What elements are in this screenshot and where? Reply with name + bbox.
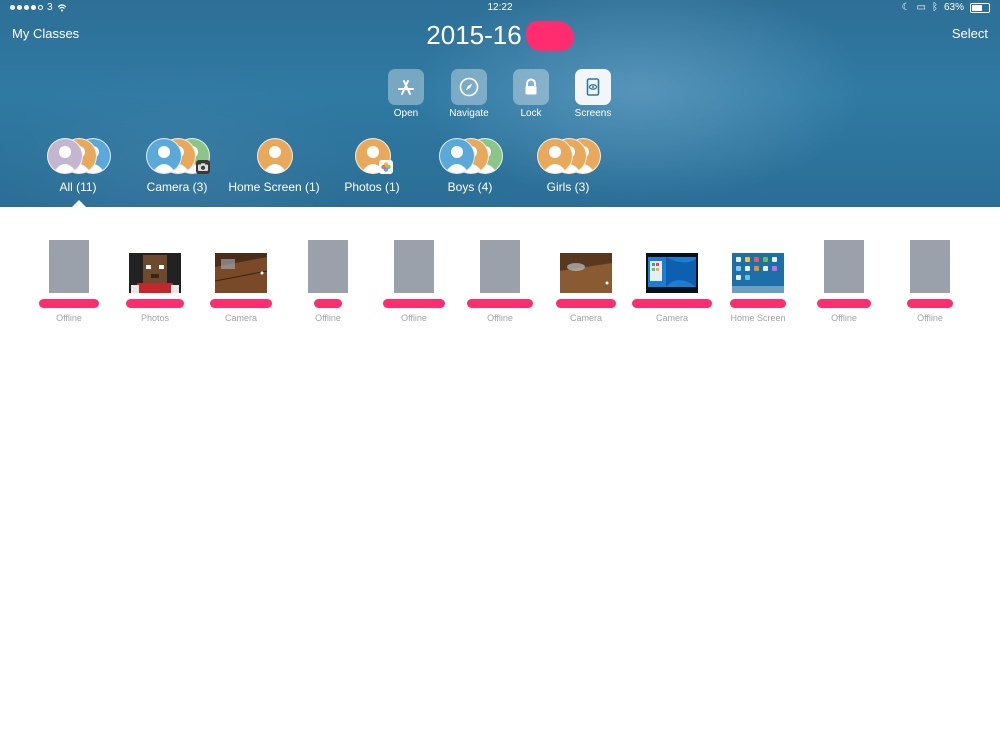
avatar (257, 138, 293, 174)
clock: 12:22 (487, 2, 513, 13)
open-label: Open (393, 108, 419, 119)
student-tile[interactable]: Home Screen (715, 240, 801, 323)
student-status: Offline (831, 313, 857, 323)
avatar (537, 138, 573, 174)
battery-icon (970, 2, 990, 13)
lock-icon (513, 69, 549, 105)
student-status: Photos (140, 313, 170, 323)
offline-screen-thumbnail (308, 240, 348, 293)
selected-group-pointer (71, 200, 87, 208)
group-camera[interactable]: Camera (3) (136, 138, 218, 194)
student-tile[interactable]: Offline (371, 240, 457, 323)
airplay-icon: ▭ (916, 2, 926, 13)
group-label: Photos (1) (344, 180, 400, 194)
offline-screen-thumbnail (394, 240, 434, 293)
status-right: ☾ ▭ ᛒ 63% (902, 2, 990, 13)
group-label: Girls (3) (546, 180, 590, 194)
select-button[interactable]: Select (952, 26, 988, 41)
title-redaction (525, 20, 574, 51)
moon-icon: ☾ (901, 2, 911, 13)
group-all[interactable]: All (11) (38, 138, 118, 194)
camera-screen-thumbnail (215, 253, 267, 293)
offline-screen-thumbnail (910, 240, 950, 293)
student-name-redaction (632, 299, 712, 308)
lock-label: Lock (520, 108, 542, 119)
student-status: Offline (401, 313, 427, 323)
offline-screen-thumbnail (49, 240, 89, 293)
student-status: Offline (56, 313, 82, 323)
student-name-redaction (39, 299, 99, 308)
group-boys[interactable]: Boys (4) (430, 138, 510, 194)
screens-icon (575, 69, 611, 105)
student-name-redaction (210, 299, 272, 308)
student-tile[interactable]: Offline (457, 240, 543, 323)
group-label: All (11) (59, 180, 97, 194)
student-tile[interactable]: Offline (887, 240, 973, 323)
avatar-stack (146, 138, 210, 174)
camera-icon (196, 160, 210, 174)
avatar (47, 138, 83, 174)
student-tile[interactable]: Offline (285, 240, 371, 323)
toolbar: Open Navigate Lock Screens (0, 69, 1000, 119)
open-button[interactable]: Open (371, 69, 441, 119)
group-label: Home Screen (1) (228, 180, 320, 194)
student-tile[interactable]: Offline (26, 240, 112, 323)
camera-screen-thumbnail (646, 253, 698, 293)
avatar (439, 138, 475, 174)
student-status: Camera (655, 313, 688, 323)
offline-screen-thumbnail (480, 240, 520, 293)
group-label: Boys (4) (447, 180, 493, 194)
student-name-redaction (730, 299, 786, 308)
camera-screen-thumbnail (560, 253, 612, 293)
battery-percent: 63% (943, 2, 964, 13)
page-title: 2015-16 (0, 20, 1000, 51)
screens-label: Screens (574, 108, 612, 119)
student-tile[interactable]: Camera (629, 240, 715, 323)
student-status: Camera (569, 313, 602, 323)
app-store-icon (388, 69, 424, 105)
class-title: 2015-16 (426, 20, 522, 50)
student-status: Camera (224, 313, 257, 323)
lock-button[interactable]: Lock (496, 69, 566, 119)
bluetooth-icon: ᛒ (931, 2, 938, 13)
screens-button[interactable]: Screens (558, 69, 628, 119)
class-header: 3 12:22 ☾ ▭ ᛒ 63% My Classes 2015-16 Sel… (0, 0, 1000, 208)
student-status: Offline (917, 313, 943, 323)
photos-icon (379, 160, 393, 174)
student-name-redaction (907, 299, 953, 308)
status-bar: 3 12:22 ☾ ▭ ᛒ 63% (0, 2, 1000, 16)
offline-screen-thumbnail (824, 240, 864, 293)
avatar-stack (47, 138, 111, 174)
group-label: Camera (3) (146, 180, 208, 194)
student-name-redaction (556, 299, 616, 308)
avatar-stack (439, 138, 503, 174)
student-tile[interactable]: Camera (198, 240, 284, 323)
battery-fill (972, 4, 982, 11)
student-name-redaction (467, 299, 533, 308)
student-tile[interactable]: Offline (801, 240, 887, 323)
group-girls[interactable]: Girls (3) (528, 138, 608, 194)
student-name-redaction (314, 299, 342, 308)
student-name-redaction (126, 299, 184, 308)
student-tile[interactable]: Camera (543, 240, 629, 323)
photos-screen-thumbnail (129, 253, 181, 293)
student-name-redaction (817, 299, 871, 308)
student-tile[interactable]: Photos (112, 240, 198, 323)
group-filter-bar: All (11) Camera (3) Home Screen (1) Phot… (0, 138, 1000, 198)
compass-icon (451, 69, 487, 105)
student-name-redaction (383, 299, 445, 308)
group-home-screen[interactable]: Home Screen (1) (228, 138, 320, 194)
student-grid: Offline Photos Camera Offline Offline Of… (0, 240, 1000, 330)
student-status: Offline (487, 313, 513, 323)
home-screen-thumbnail (732, 253, 784, 293)
student-status: Offline (315, 313, 341, 323)
avatar (146, 138, 182, 174)
avatar-stack (537, 138, 601, 174)
navigate-label: Navigate (449, 108, 489, 119)
avatar-stack (355, 138, 393, 174)
avatar-stack (257, 138, 293, 174)
student-status: Home Screen (730, 313, 786, 323)
group-photos[interactable]: Photos (1) (332, 138, 412, 194)
navigate-button[interactable]: Navigate (434, 69, 504, 119)
